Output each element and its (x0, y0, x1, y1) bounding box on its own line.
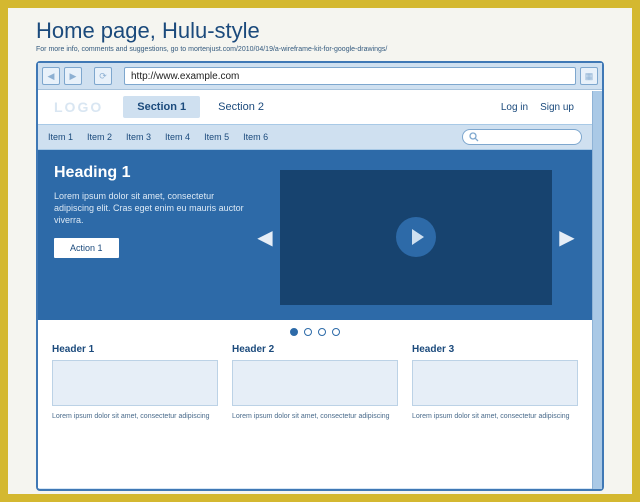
back-button[interactable]: ◀ (42, 67, 60, 85)
card-1: Header 1 Lorem ipsum dolor sit amet, con… (52, 344, 218, 421)
login-link[interactable]: Log in (501, 102, 528, 113)
hero-heading: Heading 1 (54, 164, 244, 182)
dot-3[interactable] (318, 328, 326, 336)
section-tabs: Section 1 Section 2 (123, 96, 278, 118)
section-tab-1[interactable]: Section 1 (123, 96, 200, 118)
video-box[interactable] (280, 170, 552, 305)
dot-4[interactable] (332, 328, 340, 336)
browser-toolbar: ◀ ▶ ⟳ ▦ (38, 63, 602, 90)
card-header: Header 2 (232, 344, 398, 355)
card-body: Lorem ipsum dolor sit amet, consectetur … (412, 412, 578, 421)
card-body: Lorem ipsum dolor sit amet, consectetur … (52, 412, 218, 421)
site-viewport: LOGO Section 1 Section 2 Log in Sign up … (38, 90, 602, 488)
auth-links: Log in Sign up (501, 102, 582, 113)
card-2: Header 2 Lorem ipsum dolor sit amet, con… (232, 344, 398, 421)
carousel-next-button[interactable]: ▶ (558, 225, 576, 250)
card-header: Header 3 (412, 344, 578, 355)
pagination-dots (38, 320, 592, 340)
card-image[interactable] (232, 360, 398, 406)
card-header: Header 1 (52, 344, 218, 355)
card-body: Lorem ipsum dolor sit amet, consectetur … (232, 412, 398, 421)
toolbar-extra-button[interactable]: ▦ (580, 67, 598, 85)
search-icon (469, 132, 479, 142)
card-3: Header 3 Lorem ipsum dolor sit amet, con… (412, 344, 578, 421)
dot-1[interactable] (290, 328, 298, 336)
card-image[interactable] (412, 360, 578, 406)
site-header: LOGO Section 1 Section 2 Log in Sign up (38, 90, 592, 124)
play-icon (412, 229, 424, 245)
forward-button[interactable]: ▶ (64, 67, 82, 85)
url-input[interactable] (124, 67, 576, 85)
hero-media: ◀ ▶ (256, 164, 576, 310)
scrollbar[interactable] (592, 91, 602, 489)
hero-body: Lorem ipsum dolor sit amet, consectetur … (54, 190, 244, 226)
nav-item-2[interactable]: Item 2 (87, 129, 112, 145)
section-tab-2[interactable]: Section 2 (204, 96, 278, 118)
search-input[interactable] (462, 129, 582, 145)
nav-bar: Item 1 Item 2 Item 3 Item 4 Item 5 Item … (38, 124, 592, 150)
page-subtitle: For more info, comments and suggestions,… (8, 46, 632, 61)
hero-action-button[interactable]: Action 1 (54, 238, 119, 258)
nav-item-1[interactable]: Item 1 (48, 129, 73, 145)
logo: LOGO (48, 97, 109, 117)
play-button[interactable] (396, 217, 436, 257)
carousel-prev-button[interactable]: ◀ (256, 225, 274, 250)
browser-window: ◀ ▶ ⟳ ▦ LOGO Section 1 Section 2 Log in … (36, 61, 604, 491)
cards-row: Header 1 Lorem ipsum dolor sit amet, con… (38, 340, 592, 431)
page-title: Home page, Hulu-style (8, 8, 632, 46)
signup-link[interactable]: Sign up (540, 102, 574, 113)
dot-2[interactable] (304, 328, 312, 336)
nav-item-5[interactable]: Item 5 (204, 129, 229, 145)
card-image[interactable] (52, 360, 218, 406)
nav-item-6[interactable]: Item 6 (243, 129, 268, 145)
hero: Heading 1 Lorem ipsum dolor sit amet, co… (38, 150, 592, 320)
nav-item-3[interactable]: Item 3 (126, 129, 151, 145)
reload-button[interactable]: ⟳ (94, 67, 112, 85)
nav-item-4[interactable]: Item 4 (165, 129, 190, 145)
